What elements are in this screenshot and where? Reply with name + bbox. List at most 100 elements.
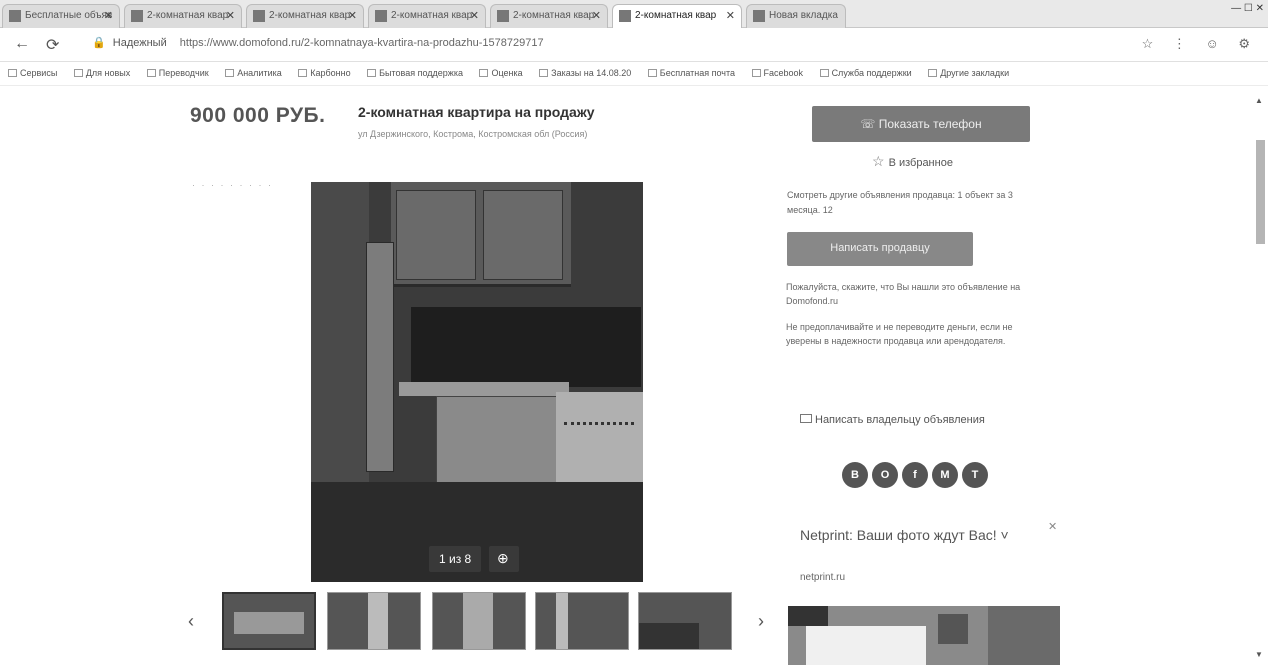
photo-detail bbox=[234, 612, 304, 634]
photo-detail bbox=[788, 606, 828, 626]
tab-close-icon[interactable]: ✕ bbox=[348, 9, 357, 22]
thumbnail[interactable] bbox=[327, 592, 421, 650]
tab[interactable]: 2-комнатная квар ✕ bbox=[124, 4, 242, 28]
thumbnail[interactable] bbox=[222, 592, 316, 650]
ok-share-icon[interactable]: О bbox=[872, 462, 898, 488]
tab-close-icon[interactable]: ✕ bbox=[470, 9, 479, 22]
photo-detail bbox=[311, 182, 369, 482]
window-controls[interactable]: — ☐ ✕ bbox=[1231, 3, 1264, 23]
tab-close-icon[interactable]: ✕ bbox=[226, 9, 235, 22]
bookmark-item[interactable]: Заказы на 14.08.20 bbox=[539, 68, 631, 78]
url-field[interactable]: 🔒 Надежный https://www.domofond.ru/2-kom… bbox=[92, 36, 544, 49]
tab-favicon-icon bbox=[375, 10, 387, 22]
page-scrollbar[interactable]: ▲ ▼ bbox=[1254, 96, 1266, 660]
bookmark-item[interactable]: Facebook bbox=[751, 68, 803, 78]
bookmark-item[interactable]: Бесплатная почта bbox=[647, 68, 735, 78]
folder-icon bbox=[928, 69, 938, 77]
apps-icon bbox=[8, 69, 17, 77]
write-seller-button[interactable]: Написать продавцу bbox=[787, 232, 973, 266]
tab-close-icon[interactable]: ✕ bbox=[726, 9, 735, 22]
zoom-icon[interactable]: ⊕ bbox=[489, 546, 519, 572]
social-share-bar: ВОfМТ bbox=[842, 462, 992, 492]
mailru-share-icon[interactable]: М bbox=[932, 462, 958, 488]
mail-icon bbox=[647, 69, 657, 77]
tab-favicon-icon bbox=[619, 10, 631, 22]
listing-title: 2-комнатная квартира на продажу bbox=[358, 104, 595, 120]
tab-close-icon[interactable]: ✕ bbox=[592, 9, 601, 22]
bookmark-item[interactable]: Для новых bbox=[73, 68, 130, 78]
bookmarks-bar: Сервисы Для новых Переводчик Аналитика К… bbox=[0, 62, 1268, 86]
bookmark-item[interactable]: Оценка bbox=[479, 68, 523, 78]
domofond-mention-note: Пожалуйста, скажите, что Вы нашли это об… bbox=[786, 282, 1021, 306]
ad-host[interactable]: netprint.ru bbox=[800, 572, 845, 583]
tab-active[interactable]: 2-комнатная квар ✕ bbox=[612, 4, 742, 28]
thumbnail[interactable] bbox=[535, 592, 629, 650]
bookmark-item[interactable]: Карбонно bbox=[298, 68, 351, 78]
safety-warning-note: Не предоплачивайте и не переводите деньг… bbox=[786, 322, 1013, 346]
add-to-favorites-link[interactable]: ☆ В избранное bbox=[872, 153, 953, 170]
show-phone-label: Показать телефон bbox=[878, 117, 982, 131]
scrollbar-thumb[interactable] bbox=[1256, 140, 1265, 244]
photo-detail bbox=[988, 606, 1060, 665]
bookmark-item[interactable]: Бытовая поддержка bbox=[367, 68, 463, 78]
thumbs-prev-icon[interactable]: ‹ bbox=[188, 611, 194, 632]
tab-new[interactable]: Новая вкладка bbox=[746, 4, 846, 28]
tab-close-icon[interactable]: ✕ bbox=[104, 9, 113, 22]
bookmark-item[interactable]: Сервисы bbox=[8, 68, 57, 78]
thumbnail[interactable] bbox=[638, 592, 732, 650]
tab-favicon-icon bbox=[753, 10, 765, 22]
folder-icon bbox=[819, 69, 829, 77]
tab-favicon-icon bbox=[253, 10, 265, 22]
photo-detail bbox=[366, 242, 394, 472]
breadcrumb-dots: · · · · · · · · · bbox=[192, 180, 273, 190]
facebook-share-icon[interactable]: f bbox=[902, 462, 928, 488]
ad-image[interactable] bbox=[788, 606, 1060, 665]
tab[interactable]: Бесплатные объяв ✕ bbox=[2, 4, 120, 28]
photo-detail bbox=[806, 626, 926, 665]
bookmark-item[interactable]: Аналитика bbox=[225, 68, 282, 78]
browser-menu-icons[interactable]: ☆ ⋮ ☺ ⚙ bbox=[1142, 36, 1258, 52]
scroll-down-icon[interactable]: ▼ bbox=[1255, 650, 1263, 659]
photo-detail bbox=[463, 593, 493, 649]
tab-favicon-icon bbox=[131, 10, 143, 22]
photo-detail bbox=[436, 396, 568, 486]
photo-detail bbox=[399, 382, 569, 396]
twitter-share-icon[interactable]: Т bbox=[962, 462, 988, 488]
reload-icon[interactable]: ⟳ bbox=[46, 35, 59, 55]
photo-detail bbox=[483, 190, 563, 280]
vk-share-icon[interactable]: В bbox=[842, 462, 868, 488]
show-phone-button[interactable]: ☏ Показать телефон bbox=[812, 106, 1030, 142]
mail-icon bbox=[800, 414, 812, 423]
tab-favicon-icon bbox=[9, 10, 21, 22]
tab[interactable]: 2-комнатная квар ✕ bbox=[368, 4, 486, 28]
bookmark-item[interactable]: Служба поддержки bbox=[819, 68, 912, 78]
listing-address[interactable]: ул Дзержинского, Кострома, Костромская о… bbox=[358, 127, 658, 142]
back-icon[interactable]: ← bbox=[14, 35, 30, 53]
bookmark-item[interactable]: Другие закладки bbox=[928, 68, 1009, 78]
contact-owner-link[interactable]: Написать владельцу объявления bbox=[800, 414, 985, 426]
photo-detail bbox=[396, 190, 476, 280]
folder-icon bbox=[479, 69, 489, 77]
ad-title[interactable]: Netprint: Ваши фото ждут Вас! ˅ bbox=[800, 527, 1040, 544]
seller-other-ads-link[interactable]: Смотреть другие объявления продавца: 1 о… bbox=[787, 188, 1027, 218]
photo-detail bbox=[556, 593, 568, 649]
tab-favicon-icon bbox=[497, 10, 509, 22]
main-photo[interactable]: 1 из 8 ⊕ bbox=[311, 182, 643, 582]
address-bar: ← ⟳ 🔒 Надежный https://www.domofond.ru/2… bbox=[0, 28, 1268, 62]
thumbs-next-icon[interactable]: › bbox=[758, 611, 764, 632]
url-text: https://www.domofond.ru/2-komnatnaya-kva… bbox=[179, 37, 544, 49]
tab[interactable]: 2-комнатная квар ✕ bbox=[490, 4, 608, 28]
ad-close-icon[interactable]: ✕ bbox=[1048, 520, 1057, 533]
bookmark-item[interactable]: Переводчик bbox=[146, 68, 209, 78]
photo-detail bbox=[368, 593, 388, 649]
tab[interactable]: 2-комнатная квар ✕ bbox=[246, 4, 364, 28]
folder-icon bbox=[73, 69, 83, 77]
thumbnail[interactable] bbox=[432, 592, 526, 650]
photo-detail bbox=[411, 307, 641, 387]
photo-counter: 1 из 8 bbox=[429, 546, 481, 572]
folder-icon bbox=[298, 69, 308, 77]
scroll-up-icon[interactable]: ▲ bbox=[1255, 96, 1263, 105]
folder-icon bbox=[539, 69, 549, 77]
url-security-label: Надежный bbox=[112, 37, 167, 49]
bookmark-icon bbox=[367, 69, 377, 77]
